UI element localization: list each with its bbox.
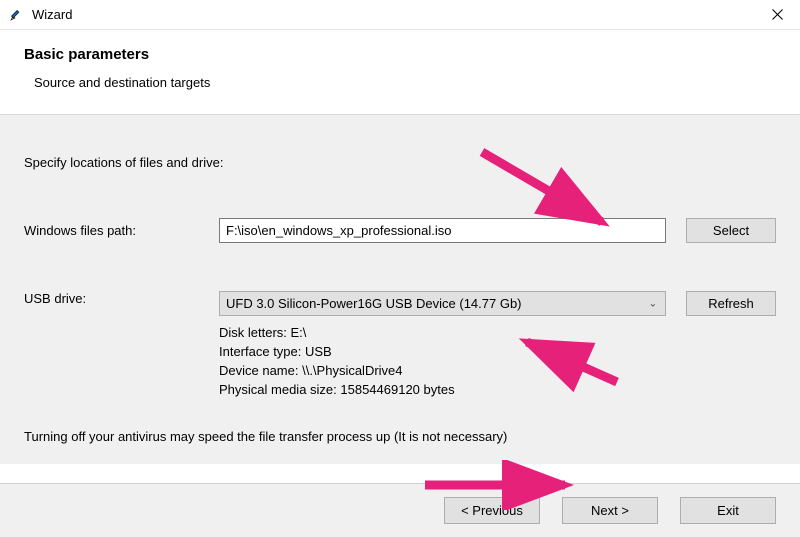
app-icon: [8, 7, 24, 23]
chevron-down-icon: ⌄: [649, 298, 657, 309]
wizard-footer: < Previous Next > Exit: [0, 483, 800, 537]
usb-drive-row: USB drive: UFD 3.0 Silicon-Power16G USB …: [24, 291, 776, 316]
interface-type-text: Interface type: USB: [219, 343, 776, 362]
files-path-row: Windows files path: Select: [24, 218, 776, 243]
media-size-text: Physical media size: 15854469120 bytes: [219, 381, 776, 400]
usb-details: Disk letters: E:\ Interface type: USB De…: [219, 324, 776, 399]
next-button[interactable]: Next >: [562, 497, 658, 524]
device-name-text: Device name: \\.\PhysicalDrive4: [219, 362, 776, 381]
wizard-header: Basic parameters Source and destination …: [0, 30, 800, 114]
exit-button[interactable]: Exit: [680, 497, 776, 524]
usb-drive-dropdown[interactable]: UFD 3.0 Silicon-Power16G USB Device (14.…: [219, 291, 666, 316]
disk-letters-text: Disk letters: E:\: [219, 324, 776, 343]
select-button[interactable]: Select: [686, 218, 776, 243]
previous-button[interactable]: < Previous: [444, 497, 540, 524]
close-button[interactable]: [754, 0, 800, 30]
window-title: Wizard: [32, 7, 754, 22]
title-bar: Wizard: [0, 0, 800, 30]
usb-drive-selected: UFD 3.0 Silicon-Power16G USB Device (14.…: [226, 296, 522, 311]
refresh-button[interactable]: Refresh: [686, 291, 776, 316]
instruction-text: Specify locations of files and drive:: [24, 155, 776, 170]
files-path-input[interactable]: [219, 218, 666, 243]
close-icon: [772, 9, 783, 20]
antivirus-note: Turning off your antivirus may speed the…: [24, 429, 776, 444]
page-subtitle: Source and destination targets: [34, 75, 784, 90]
files-path-label: Windows files path:: [24, 223, 219, 238]
page-title: Basic parameters: [24, 46, 784, 63]
main-panel: Specify locations of files and drive: Wi…: [0, 114, 800, 464]
usb-drive-label: USB drive:: [24, 291, 219, 306]
